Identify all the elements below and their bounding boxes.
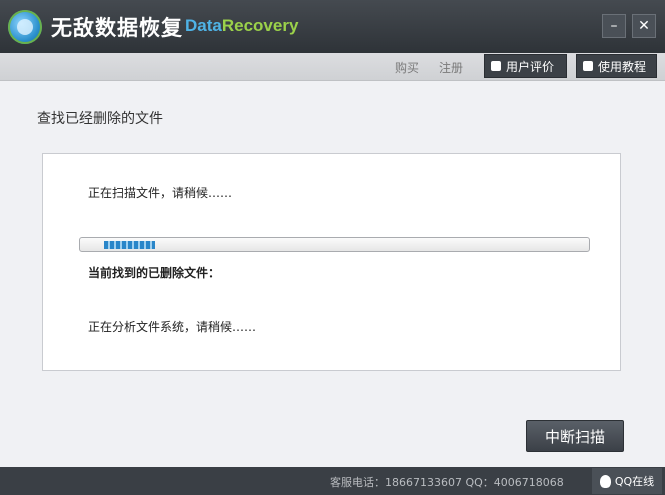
minimize-button[interactable]: – (602, 14, 626, 38)
scan-status-text: 正在扫描文件，请稍候…… (88, 186, 233, 200)
analyze-status-text: 正在分析文件系统，请稍候…… (88, 320, 257, 334)
main-content: 查找已经删除的文件 正在扫描文件，请稍候…… 当前找到的已删除文件： 正在分析文… (0, 81, 665, 467)
tutorial-label: 使用教程 (598, 59, 647, 74)
thumbs-up-icon (491, 61, 501, 71)
subtitle-data: Data (185, 16, 222, 35)
qq-online-label: QQ在线 (614, 475, 655, 488)
qq-online-button[interactable]: QQ在线 (592, 468, 662, 494)
tutorial-button[interactable]: 使用教程 (576, 54, 657, 78)
scan-progress-bar (79, 237, 590, 252)
help-icon (583, 61, 593, 71)
found-files-label: 当前找到的已删除文件： (88, 266, 221, 280)
footer-bar: 客服电话：18667133607 QQ：4006718068 QQ在线 (0, 467, 665, 495)
qq-penguin-icon (599, 474, 611, 488)
user-review-button[interactable]: 用户评价 (484, 54, 567, 78)
user-review-label: 用户评价 (506, 59, 555, 74)
buy-link[interactable]: 购买 (395, 59, 419, 76)
toolbar: 购买 注册 用户评价 使用教程 (0, 53, 665, 81)
page-title: 查找已经删除的文件 (37, 111, 163, 127)
register-link[interactable]: 注册 (439, 59, 463, 76)
service-contact-info: 客服电话：18667133607 QQ：4006718068 (330, 476, 564, 489)
close-button[interactable]: ✕ (632, 14, 656, 38)
title-bar: 无敌数据恢复 DataRecovery – ✕ (0, 0, 665, 53)
app-subtitle: DataRecovery (185, 16, 298, 36)
app-logo-icon (8, 10, 42, 44)
stop-scan-button[interactable]: 中断扫描 (526, 420, 624, 452)
app-title: 无敌数据恢复 (51, 16, 183, 40)
scan-panel: 正在扫描文件，请稍候…… 当前找到的已删除文件： 正在分析文件系统，请稍候…… (42, 153, 621, 371)
subtitle-recovery: Recovery (221, 16, 299, 35)
progress-fill (104, 241, 155, 249)
